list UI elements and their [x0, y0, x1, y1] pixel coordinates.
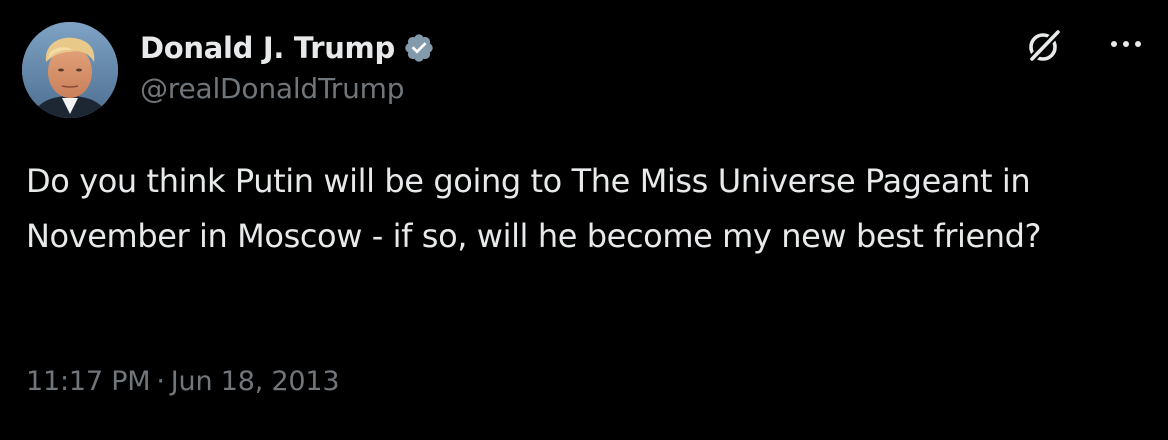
avatar[interactable]: [22, 22, 118, 118]
display-name-row: Donald J. Trump: [140, 28, 435, 68]
grok-icon[interactable]: [1024, 26, 1064, 66]
display-name[interactable]: Donald J. Trump: [140, 31, 395, 65]
avatar-image: [22, 22, 118, 118]
tweet-header: Donald J. Trump @realDonaldTrump: [22, 22, 1146, 118]
more-options-icon[interactable]: [1106, 32, 1146, 56]
verified-badge-icon[interactable]: [403, 32, 435, 64]
tweet-card: Donald J. Trump @realDonaldTrump Do you …: [0, 0, 1168, 440]
tweet-time[interactable]: 11:17 PM: [26, 366, 151, 397]
tweet-date[interactable]: Jun 18, 2013: [171, 366, 340, 397]
author-info: Donald J. Trump @realDonaldTrump: [140, 28, 435, 105]
author-handle[interactable]: @realDonaldTrump: [140, 72, 435, 105]
tweet-text: Do you think Putin will be going to The …: [26, 162, 1042, 255]
meta-separator: ·: [156, 366, 165, 397]
tweet-timestamp[interactable]: 11:17 PM · Jun 18, 2013: [26, 366, 340, 397]
